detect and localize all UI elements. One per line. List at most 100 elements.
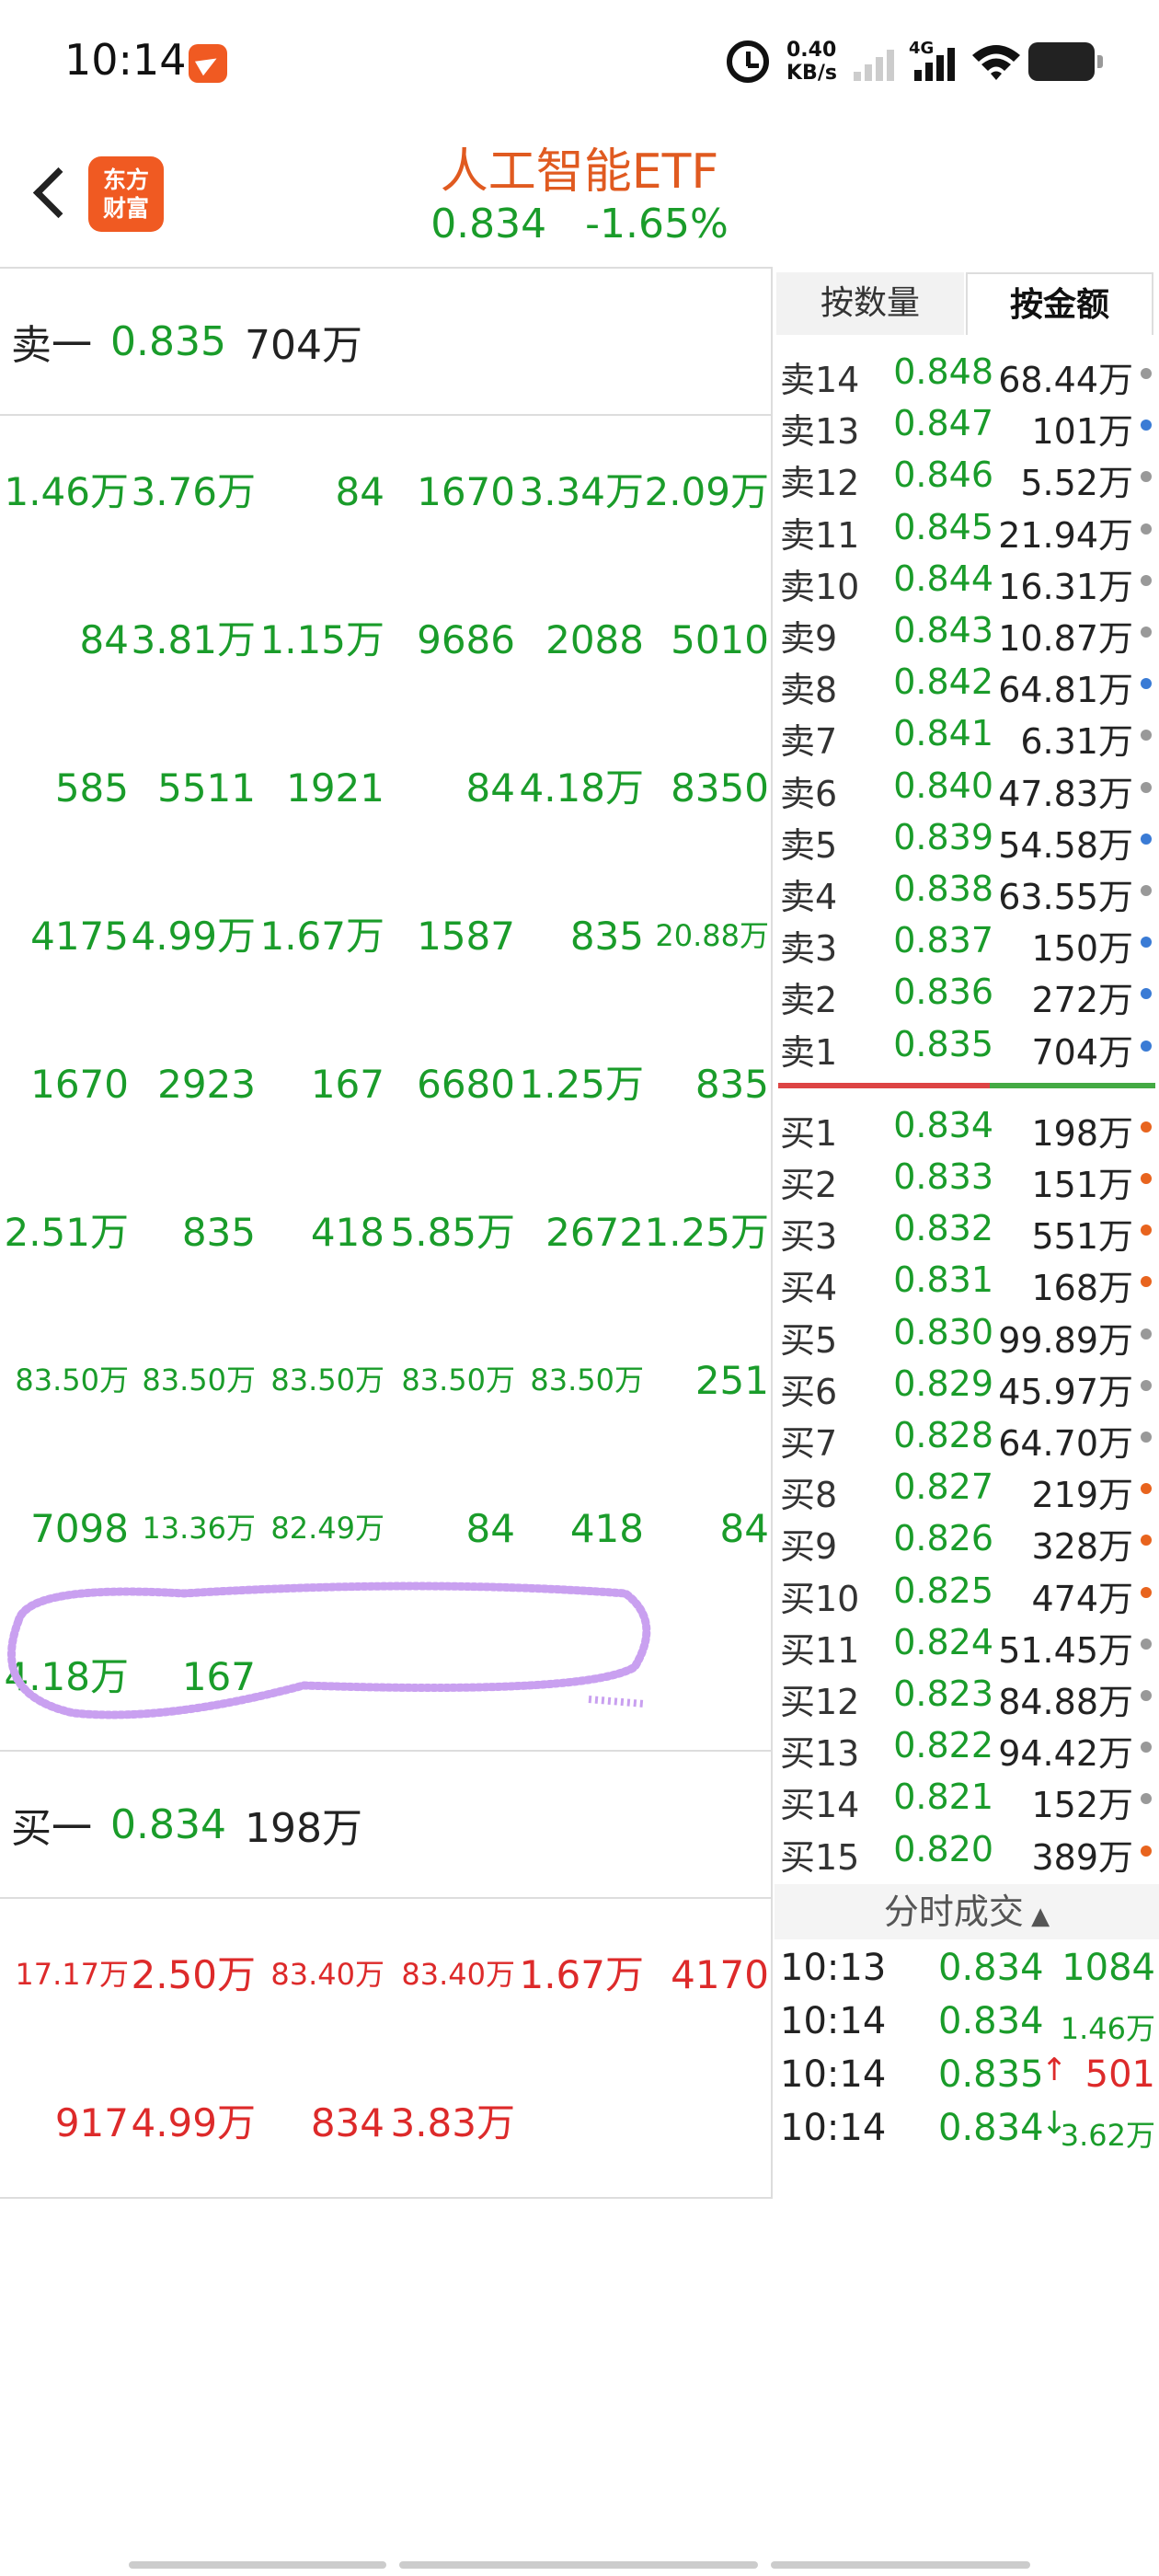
ask-amount: 101万 <box>1031 411 1133 453</box>
ask-row[interactable]: 卖1 0.835 704万 <box>775 1020 1159 1073</box>
order-book-panel: 按数量 按金额 卖14 0.848 68.44万 卖13 0.847 101万 卖12 0.8… <box>775 267 1159 2576</box>
ask-row[interactable]: 卖2 0.836 272万 <box>775 968 1159 1020</box>
bid-row[interactable]: 买10 0.825 474万 <box>775 1567 1159 1619</box>
trade-cell: 835 <box>181 1210 256 1255</box>
ask-row[interactable]: 卖9 0.843 10.87万 <box>775 606 1159 659</box>
tick-price: 0.834 <box>938 2000 1044 2042</box>
bid-dot-icon <box>1141 1225 1152 1236</box>
tab-by-amount[interactable]: 按金额 <box>966 272 1153 335</box>
trade-cell: 4.18万 <box>4 1654 129 1699</box>
trade-line: 917 4.99万 834 3.83万 <box>0 2049 773 2197</box>
order-book[interactable]: 卖14 0.848 68.44万 卖13 0.847 101万 卖12 0.846 5.52万卖… <box>775 339 1159 2153</box>
ask-dot-icon <box>1141 885 1152 896</box>
bid-dot-icon <box>1141 1638 1152 1650</box>
bid-row[interactable]: 买9 0.826 328万 <box>775 1514 1159 1567</box>
header: 东方 财富 人工智能ETF 0.834 -1.65% <box>0 120 1159 267</box>
status-bar: 10:14 0.40 KB/s 4G <box>0 0 1159 120</box>
bid-amount: 64.70万 <box>998 1423 1133 1464</box>
trade-line: 17.17万 2.50万 83.40万 83.40万 1.67万 4170 <box>0 1901 773 2049</box>
ask-row[interactable]: 卖12 0.846 5.52万 <box>775 451 1159 504</box>
trade-cell: 917 <box>54 2100 129 2145</box>
ask-label: 卖8 <box>780 670 838 711</box>
bid-row[interactable]: 买3 0.832 551万 <box>775 1204 1159 1258</box>
trade-cell: 4175 <box>30 914 129 959</box>
trade-line: 1670 2923 167 6680 1.25万 835 <box>0 1010 773 1158</box>
book-divider <box>778 1082 1155 1088</box>
tick-volume: 501 <box>1084 2053 1155 2097</box>
price-change: -1.65% <box>585 201 729 247</box>
bid-row[interactable]: 买8 0.827 219万 <box>775 1463 1159 1516</box>
bid-dot-icon <box>1141 1276 1152 1288</box>
bid-label: 买10 <box>780 1578 860 1619</box>
bid-label: 买3 <box>780 1216 838 1258</box>
sell-one-price: 0.835 <box>110 317 226 365</box>
ask-row[interactable]: 卖4 0.838 63.55万 <box>775 865 1159 917</box>
buy-one-row[interactable]: 买一 0.834 198万 <box>0 1752 773 1899</box>
bid-row[interactable]: 买11 0.824 51.45万 <box>775 1618 1159 1671</box>
trade-cell: 1670 <box>30 1062 129 1107</box>
trade-cell: 2088 <box>545 617 644 662</box>
bid-dot-icon <box>1141 1845 1152 1857</box>
bid-label: 买8 <box>780 1475 838 1516</box>
bid-label: 买13 <box>780 1733 860 1775</box>
bid-amount: 94.42万 <box>998 1733 1133 1775</box>
ask-row[interactable]: 卖7 0.841 6.31万 <box>775 709 1159 762</box>
ask-row[interactable]: 卖6 0.840 47.83万 <box>775 762 1159 814</box>
bid-row[interactable]: 买14 0.821 152万 <box>775 1773 1159 1825</box>
bid-row[interactable]: 买2 0.833 151万 <box>775 1153 1159 1205</box>
trade-line: 1.46万 3.76万 84 1670 3.34万 2.09万 <box>0 418 773 566</box>
trade-cell: 83.50万 <box>15 1363 129 1397</box>
trade-cell: 2.50万 <box>131 1952 256 1997</box>
bid-dot-icon <box>1141 1793 1152 1805</box>
current-price: 0.834 <box>430 201 547 247</box>
ask-amount: 5.52万 <box>1020 463 1133 504</box>
trade-cell: 84 <box>335 469 384 514</box>
trade-line: 84 3.81万 1.15万 9686 2088 5010 <box>0 566 773 714</box>
ask-row[interactable]: 卖13 0.847 101万 <box>775 399 1159 453</box>
ask-row[interactable]: 卖14 0.848 68.44万 <box>775 348 1159 400</box>
trade-line: 4175 4.99万 1.67万 1587 835 20.88万 <box>0 862 773 1010</box>
ask-amount: 64.81万 <box>998 670 1133 711</box>
ticks-header-label: 分时成交 <box>883 1891 1024 1932</box>
bid-row[interactable]: 买13 0.822 94.42万 <box>775 1721 1159 1775</box>
trade-cell: 82.49万 <box>270 1511 384 1546</box>
trade-cell: 5511 <box>157 765 256 811</box>
tick-row: 10:13 0.834 1084 <box>775 1943 1159 1996</box>
trade-cell: 4.99万 <box>131 914 256 959</box>
ask-dot-icon <box>1141 988 1152 1000</box>
trade-line: 4.18万 167 <box>0 1603 773 1751</box>
tick-price: 0.834 <box>938 1946 1044 1989</box>
ask-row[interactable]: 卖10 0.844 16.31万 <box>775 555 1159 607</box>
home-indicator[interactable] <box>129 2561 1030 2569</box>
tab-by-quantity[interactable]: 按数量 <box>776 272 964 335</box>
ask-dot-icon <box>1141 678 1152 690</box>
ask-amount: 21.94万 <box>998 514 1133 556</box>
trade-cell: 1670 <box>417 469 515 514</box>
bid-row[interactable]: 买12 0.823 84.88万 <box>775 1670 1159 1722</box>
bid-label: 买11 <box>780 1629 860 1671</box>
network-speed: 0.40 KB/s <box>786 39 837 85</box>
ask-row[interactable]: 卖11 0.845 21.94万 <box>775 503 1159 556</box>
ticks-header[interactable]: 分时成交 ▲ <box>775 1883 1159 1939</box>
bid-row[interactable]: 买15 0.820 389万 <box>775 1825 1159 1878</box>
trade-cell: 83.50万 <box>530 1363 644 1397</box>
bid-amount: 51.45万 <box>998 1629 1133 1671</box>
trade-line: 83.50万 83.50万 83.50万 83.50万 83.50万 251 <box>0 1306 773 1455</box>
ask-dot-icon <box>1141 471 1152 483</box>
bid-dot-icon <box>1141 1432 1152 1443</box>
ask-label: 卖4 <box>780 877 838 917</box>
caret-up-icon: ▲ <box>1023 1902 1050 1930</box>
buy-one-price: 0.834 <box>110 1800 226 1848</box>
ask-row[interactable]: 卖3 0.837 150万 <box>775 916 1159 969</box>
ask-row[interactable]: 卖8 0.842 64.81万 <box>775 658 1159 711</box>
trade-cell: 8350 <box>671 765 769 811</box>
sell-one-row[interactable]: 卖一 0.835 704万 <box>0 269 773 416</box>
bid-row[interactable]: 买5 0.830 99.89万 <box>775 1308 1159 1361</box>
bid-row[interactable]: 买7 0.828 64.70万 <box>775 1411 1159 1464</box>
ask-dot-icon <box>1141 730 1152 742</box>
tick-time: 10:14 <box>780 2053 887 2097</box>
bid-row[interactable]: 买6 0.829 45.97万 <box>775 1360 1159 1412</box>
ask-row[interactable]: 卖5 0.839 54.58万 <box>775 813 1159 866</box>
bid-row[interactable]: 买4 0.831 168万 <box>775 1256 1159 1308</box>
bid-row[interactable]: 买1 0.834 198万 <box>775 1101 1159 1154</box>
